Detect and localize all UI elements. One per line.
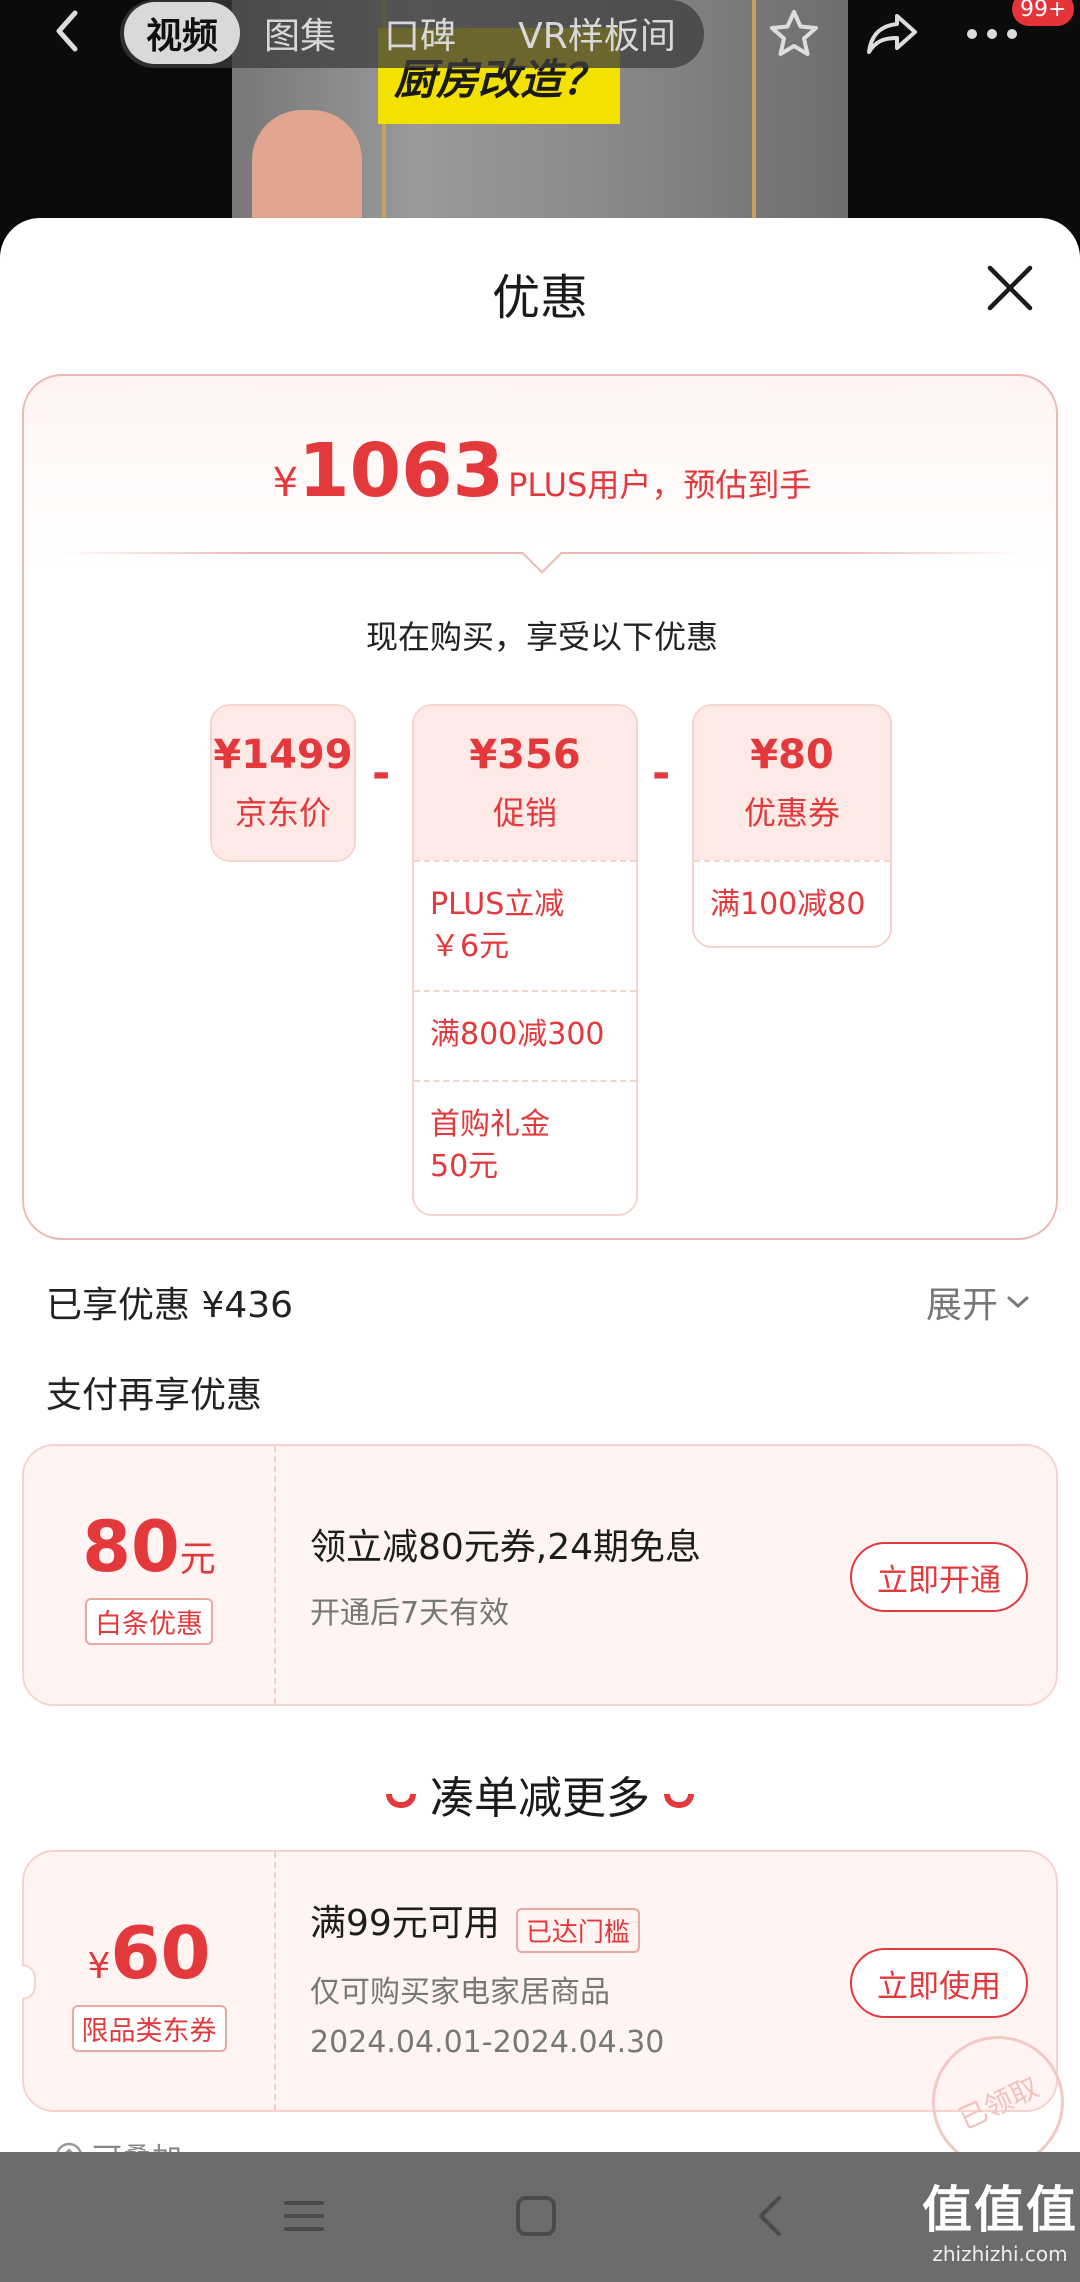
- final-price: ¥1063 PLUS用户，预估到手: [24, 428, 1060, 514]
- jd-price-amount: ¥1499: [213, 732, 353, 778]
- watermark-logo: 值值值: [922, 2181, 1078, 2239]
- favorite-button[interactable]: [764, 6, 824, 62]
- jd-price-label: 京东价: [234, 794, 331, 832]
- promo-head: ¥356 促销: [414, 706, 636, 860]
- back-button[interactable]: [44, 8, 90, 54]
- more-discount-title: 凑单减更多: [0, 1762, 1080, 1826]
- promo-item: 首购礼金 50元: [414, 1080, 636, 1210]
- baitiao-sub: 开通后7天有效: [310, 1596, 510, 1631]
- tab-vr-showroom[interactable]: VR样板间: [500, 2, 694, 64]
- home-button[interactable]: [496, 2176, 576, 2256]
- more-icon: [967, 29, 1017, 39]
- baitiao-title: 领立减80元券,24期免息: [310, 1527, 702, 1568]
- tab-video[interactable]: 视频: [124, 2, 240, 64]
- menu-button[interactable]: [264, 2176, 344, 2256]
- baitiao-coupon: 80元 白条优惠 领立减80元券,24期免息 开通后7天有效 立即开通: [22, 1444, 1058, 1706]
- promo-amount: ¥356: [469, 732, 581, 778]
- minus-sign: -: [372, 748, 391, 799]
- coupon-box: ¥80 优惠券 满100减80: [692, 704, 892, 948]
- promo-box: ¥356 促销 PLUS立减 ￥6元 满800减300 首购礼金 50元: [412, 704, 638, 1216]
- back-icon: [56, 10, 78, 52]
- share-icon: [867, 14, 917, 54]
- smile-icon: [664, 1794, 694, 1808]
- expand-button[interactable]: 展开: [926, 1276, 1030, 1328]
- promo-item: PLUS立减 ￥6元: [414, 860, 636, 990]
- system-nav-bar: 值值值 zhizhizhi.com: [0, 2152, 1080, 2282]
- enjoyed-discount: 已享优惠 ¥436: [46, 1285, 294, 1326]
- use-now-button[interactable]: 立即使用: [850, 1948, 1028, 2018]
- discount-sheet: 优惠 ¥1063 PLUS用户，预估到手 现在购买，享受以下优惠 ¥1499 京东…: [0, 218, 1080, 2282]
- final-price-currency: ¥: [272, 460, 299, 506]
- minus-sign: -: [652, 748, 671, 799]
- system-back-button[interactable]: [730, 2176, 810, 2256]
- top-bar: 视频 图集 口碑 VR样板间 99+: [0, 0, 1080, 68]
- coupon60-title: 满99元可用: [310, 1903, 500, 1944]
- coupon-head: ¥80 优惠券: [694, 706, 890, 860]
- coupon60-sub: 仅可购买家电家居商品: [310, 1975, 610, 2010]
- tab-reviews[interactable]: 口碑: [370, 2, 470, 64]
- baitiao-info: 领立减80元券,24期免息 开通后7天有效: [310, 1518, 701, 1632]
- back-icon: [759, 2196, 781, 2236]
- chevron-down-icon: [1007, 1296, 1029, 1309]
- coupon-amount: ¥80: [750, 732, 834, 778]
- buy-now-text: 现在购买，享受以下优惠: [365, 618, 718, 656]
- coupon60-tag: 限品类东券: [71, 2004, 227, 2052]
- jd-price-box: ¥1499 京东价: [210, 704, 356, 862]
- coupon60-left: ¥60 限品类东券: [24, 1852, 276, 2110]
- threshold-reached-badge: 已达门槛: [515, 1908, 640, 1953]
- jd-price-head: ¥1499 京东价: [212, 706, 354, 860]
- notification-badge: 99+: [1012, 0, 1075, 26]
- category-coupon: ¥60 限品类东券 满99元可用 已达门槛 仅可购买家电家居商品 2024.04.…: [22, 1850, 1080, 2190]
- sheet-title: 优惠: [491, 270, 588, 326]
- home-square-icon: [516, 2196, 556, 2236]
- promo-item: 满800减300: [414, 990, 636, 1080]
- watermark-url: zhizhizhi.com: [932, 2242, 1068, 2266]
- star-icon: [770, 10, 818, 56]
- share-button[interactable]: [862, 6, 922, 62]
- divider-arrow: [522, 534, 562, 574]
- coupon60-date: 2024.04.01-2024.04.30: [310, 2025, 665, 2060]
- tab-gallery[interactable]: 图集: [250, 2, 350, 64]
- watermark: 值值值 zhizhizhi.com: [922, 2170, 1078, 2266]
- final-price-value: 1063: [298, 428, 505, 514]
- promo-label: 促销: [492, 794, 557, 832]
- coupon60-title-row: 满99元可用 已达门槛: [310, 1894, 664, 1953]
- activate-button[interactable]: 立即开通: [850, 1542, 1028, 1612]
- price-breakdown-card: ¥1063 PLUS用户，预估到手 现在购买，享受以下优惠 ¥1499 京东价 -…: [22, 374, 1058, 1240]
- expand-label: 展开: [926, 1285, 999, 1326]
- baitiao-value: 80元: [82, 1505, 216, 1588]
- baitiao-tag: 白条优惠: [85, 1597, 213, 1645]
- smile-icon: [386, 1794, 416, 1808]
- tab-bar: 视频 图集 口碑 VR样板间: [120, 0, 704, 68]
- baitiao-left: 80元 白条优惠: [24, 1446, 276, 1704]
- final-price-desc: PLUS用户，预估到手: [508, 466, 812, 504]
- menu-icon: [284, 2201, 324, 2231]
- close-button[interactable]: [980, 258, 1040, 318]
- pay-discount-title: 支付再享优惠: [46, 1375, 263, 1416]
- coupon-label: 优惠券: [743, 794, 840, 832]
- coupon60-info: 满99元可用 已达门槛 仅可购买家电家居商品 2024.04.01-2024.04…: [310, 1894, 664, 2060]
- coupon-item: 满100减80: [694, 860, 890, 946]
- close-icon: [987, 265, 1033, 311]
- coupon60-value: ¥60: [87, 1910, 211, 1995]
